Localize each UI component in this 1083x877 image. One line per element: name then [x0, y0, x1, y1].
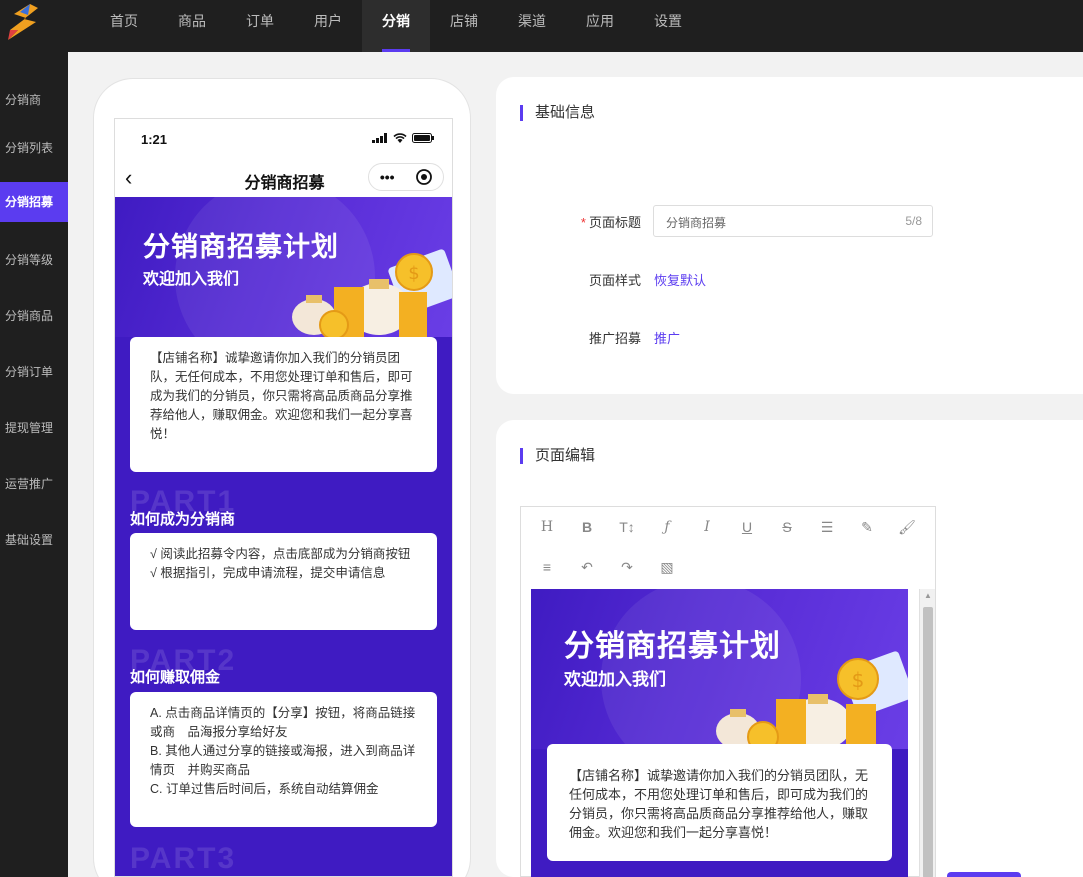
close-circle-icon[interactable] [416, 169, 433, 185]
undo-icon[interactable]: ↶ [573, 553, 601, 581]
part3-watermark: PART3 [130, 842, 237, 875]
page-title-input[interactable]: 分销商招募 5/8 [653, 205, 933, 237]
promote-link[interactable]: 推广 [654, 328, 680, 347]
part2-line: C. 订单过售后时间后，系统自动结算佣金 [150, 782, 379, 796]
heading-icon[interactable]: H [533, 513, 561, 541]
indent-icon[interactable]: ☰ [813, 513, 841, 541]
nav-channel[interactable]: 渠道 [498, 0, 566, 52]
hero-subtitle: 欢迎加入我们 [143, 271, 240, 288]
nav-distribution[interactable]: 分销 [362, 0, 430, 52]
part1-line: √ 根据指引，完成申请流程，提交申请信息 [150, 566, 386, 580]
part2-title: 如何赚取佣金 [130, 669, 221, 686]
page-title-value: 分销商招募 [666, 216, 727, 230]
svg-text:$: $ [408, 263, 419, 284]
editor-preview: 分销商招募计划 欢迎加入我们 $ 【店铺名称】诚挚邀请你加入我们的分销员团队，无… [531, 589, 908, 877]
strikethrough-icon[interactable]: S [773, 513, 801, 541]
recruit-page-preview: 分销商招募计划 欢迎加入我们 $ 【店铺名称】诚挚邀请你加入我们的分销员团队，无… [115, 197, 452, 876]
editor-hero-banner: 分销商招募计划 欢迎加入我们 $ [531, 589, 908, 749]
main-nav: 首页 商品 订单 用户 分销 店铺 渠道 应用 设置 [90, 0, 702, 52]
phone-screen: 1:21 ‹ 分销商招募 ••• 分销商招募计划 欢迎加入我们 $ 【店铺名称】… [114, 118, 453, 877]
page-edit-title: 页面编辑 [520, 448, 595, 464]
nav-store[interactable]: 店铺 [430, 0, 498, 52]
page-title-label: * 页面标题 [580, 215, 641, 230]
image-icon[interactable]: ▧ [653, 553, 681, 581]
nav-home[interactable]: 首页 [90, 0, 158, 52]
scroll-thumb[interactable] [923, 607, 933, 877]
battery-icon [412, 133, 434, 143]
part1-title: 如何成为分销商 [130, 511, 236, 528]
part1-card: √ 阅读此招募令内容，点击底部成为分销商按钮 √ 根据指引，完成申请流程，提交申… [130, 533, 437, 630]
sidebar-item-withdraw[interactable]: 提现管理 [0, 408, 68, 448]
sidebar-item-basic-settings[interactable]: 基础设置 [0, 520, 68, 560]
wifi-icon [393, 133, 407, 143]
char-count: 5/8 [905, 214, 922, 228]
editor-intro-card: 【店铺名称】诚挚邀请你加入我们的分销员团队，无任何成本，不用您处理订单和售后，即… [547, 744, 892, 861]
nav-products[interactable]: 商品 [158, 0, 226, 52]
bold-icon[interactable]: B [573, 513, 601, 541]
font-family-icon[interactable]: ƒ [653, 513, 681, 541]
align-icon[interactable]: ≡ [533, 553, 561, 581]
highlight-icon[interactable]: ✎ [853, 513, 881, 541]
required-mark: * [580, 215, 586, 230]
submit-button[interactable] [947, 872, 1021, 877]
sidebar-item-distributors[interactable]: 分销商 [0, 80, 68, 120]
nav-apps[interactable]: 应用 [566, 0, 634, 52]
phone-header: ‹ 分销商招募 ••• [115, 159, 452, 197]
promo-recruit-label: 推广招募 [588, 331, 641, 346]
part2-card: A. 点击商品详情页的【分享】按钮，将商品链接或商 品海报分享给好友 B. 其他… [130, 692, 437, 827]
font-size-icon[interactable]: T↕ [613, 513, 641, 541]
editor-toolbar: H B T↕ ƒ I U S ☰ ✎ 🖌 ≡ ↶ ↷ ▧ [521, 507, 935, 589]
nav-settings[interactable]: 设置 [634, 0, 702, 52]
basic-info-title: 基础信息 [520, 105, 595, 121]
sidebar-item-recruit[interactable]: 分销招募 [0, 182, 68, 222]
top-nav-bar: 首页 商品 订单 用户 分销 店铺 渠道 应用 设置 [0, 0, 1083, 52]
editor-scrollbar[interactable]: ▲ [919, 589, 935, 877]
sidebar-item-promotion[interactable]: 运营推广 [0, 464, 68, 504]
logo-icon[interactable] [0, 0, 45, 45]
rich-text-editor: H B T↕ ƒ I U S ☰ ✎ 🖌 ≡ ↶ ↷ ▧ 分销商招募计划 欢迎加… [520, 506, 936, 877]
page-style-label: 页面样式 [588, 273, 641, 288]
sidebar: 分销商 分销列表 分销招募 分销等级 分销商品 分销订单 提现管理 运营推广 基… [0, 52, 68, 877]
redo-icon[interactable]: ↷ [613, 553, 641, 581]
more-icon[interactable]: ••• [380, 169, 395, 185]
italic-icon[interactable]: I [693, 513, 721, 541]
sidebar-item-products[interactable]: 分销商品 [0, 296, 68, 336]
svg-text:$: $ [852, 668, 865, 692]
part1-line: √ 阅读此招募令内容，点击底部成为分销商按钮 [150, 547, 411, 561]
status-time: 1:21 [141, 132, 168, 147]
hero-banner: 分销商招募计划 欢迎加入我们 $ [115, 197, 452, 337]
nav-orders[interactable]: 订单 [226, 0, 294, 52]
brush-icon[interactable]: 🖌 [893, 513, 921, 541]
editor-content-area[interactable]: 分销商招募计划 欢迎加入我们 $ 【店铺名称】诚挚邀请你加入我们的分销员团队，无… [521, 589, 935, 877]
editor-hero-subtitle: 欢迎加入我们 [564, 670, 666, 689]
status-icons [372, 133, 434, 143]
part2-line: A. 点击商品详情页的【分享】按钮，将商品链接或商 品海报分享给好友 [150, 706, 416, 739]
nav-users[interactable]: 用户 [294, 0, 362, 52]
part2-line: B. 其他人通过分享的链接或海报，进入到商品详情页 并购买商品 [150, 744, 416, 777]
phone-status-bar: 1:21 [115, 119, 452, 159]
sidebar-item-distribution-list[interactable]: 分销列表 [0, 128, 68, 168]
mini-program-capsule[interactable]: ••• [368, 163, 444, 191]
scroll-up-icon[interactable]: ▲ [920, 591, 935, 600]
sidebar-item-levels[interactable]: 分销等级 [0, 240, 68, 280]
money-bag-illustration: $ [292, 249, 452, 337]
editor-money-bag-illustration: $ [716, 651, 908, 749]
sidebar-item-orders[interactable]: 分销订单 [0, 352, 68, 392]
underline-icon[interactable]: U [733, 513, 761, 541]
restore-default-link[interactable]: 恢复默认 [654, 270, 706, 289]
intro-card: 【店铺名称】诚挚邀请你加入我们的分销员团队，无任何成本，不用您处理订单和售后，即… [130, 337, 437, 472]
signal-icon [372, 133, 387, 143]
